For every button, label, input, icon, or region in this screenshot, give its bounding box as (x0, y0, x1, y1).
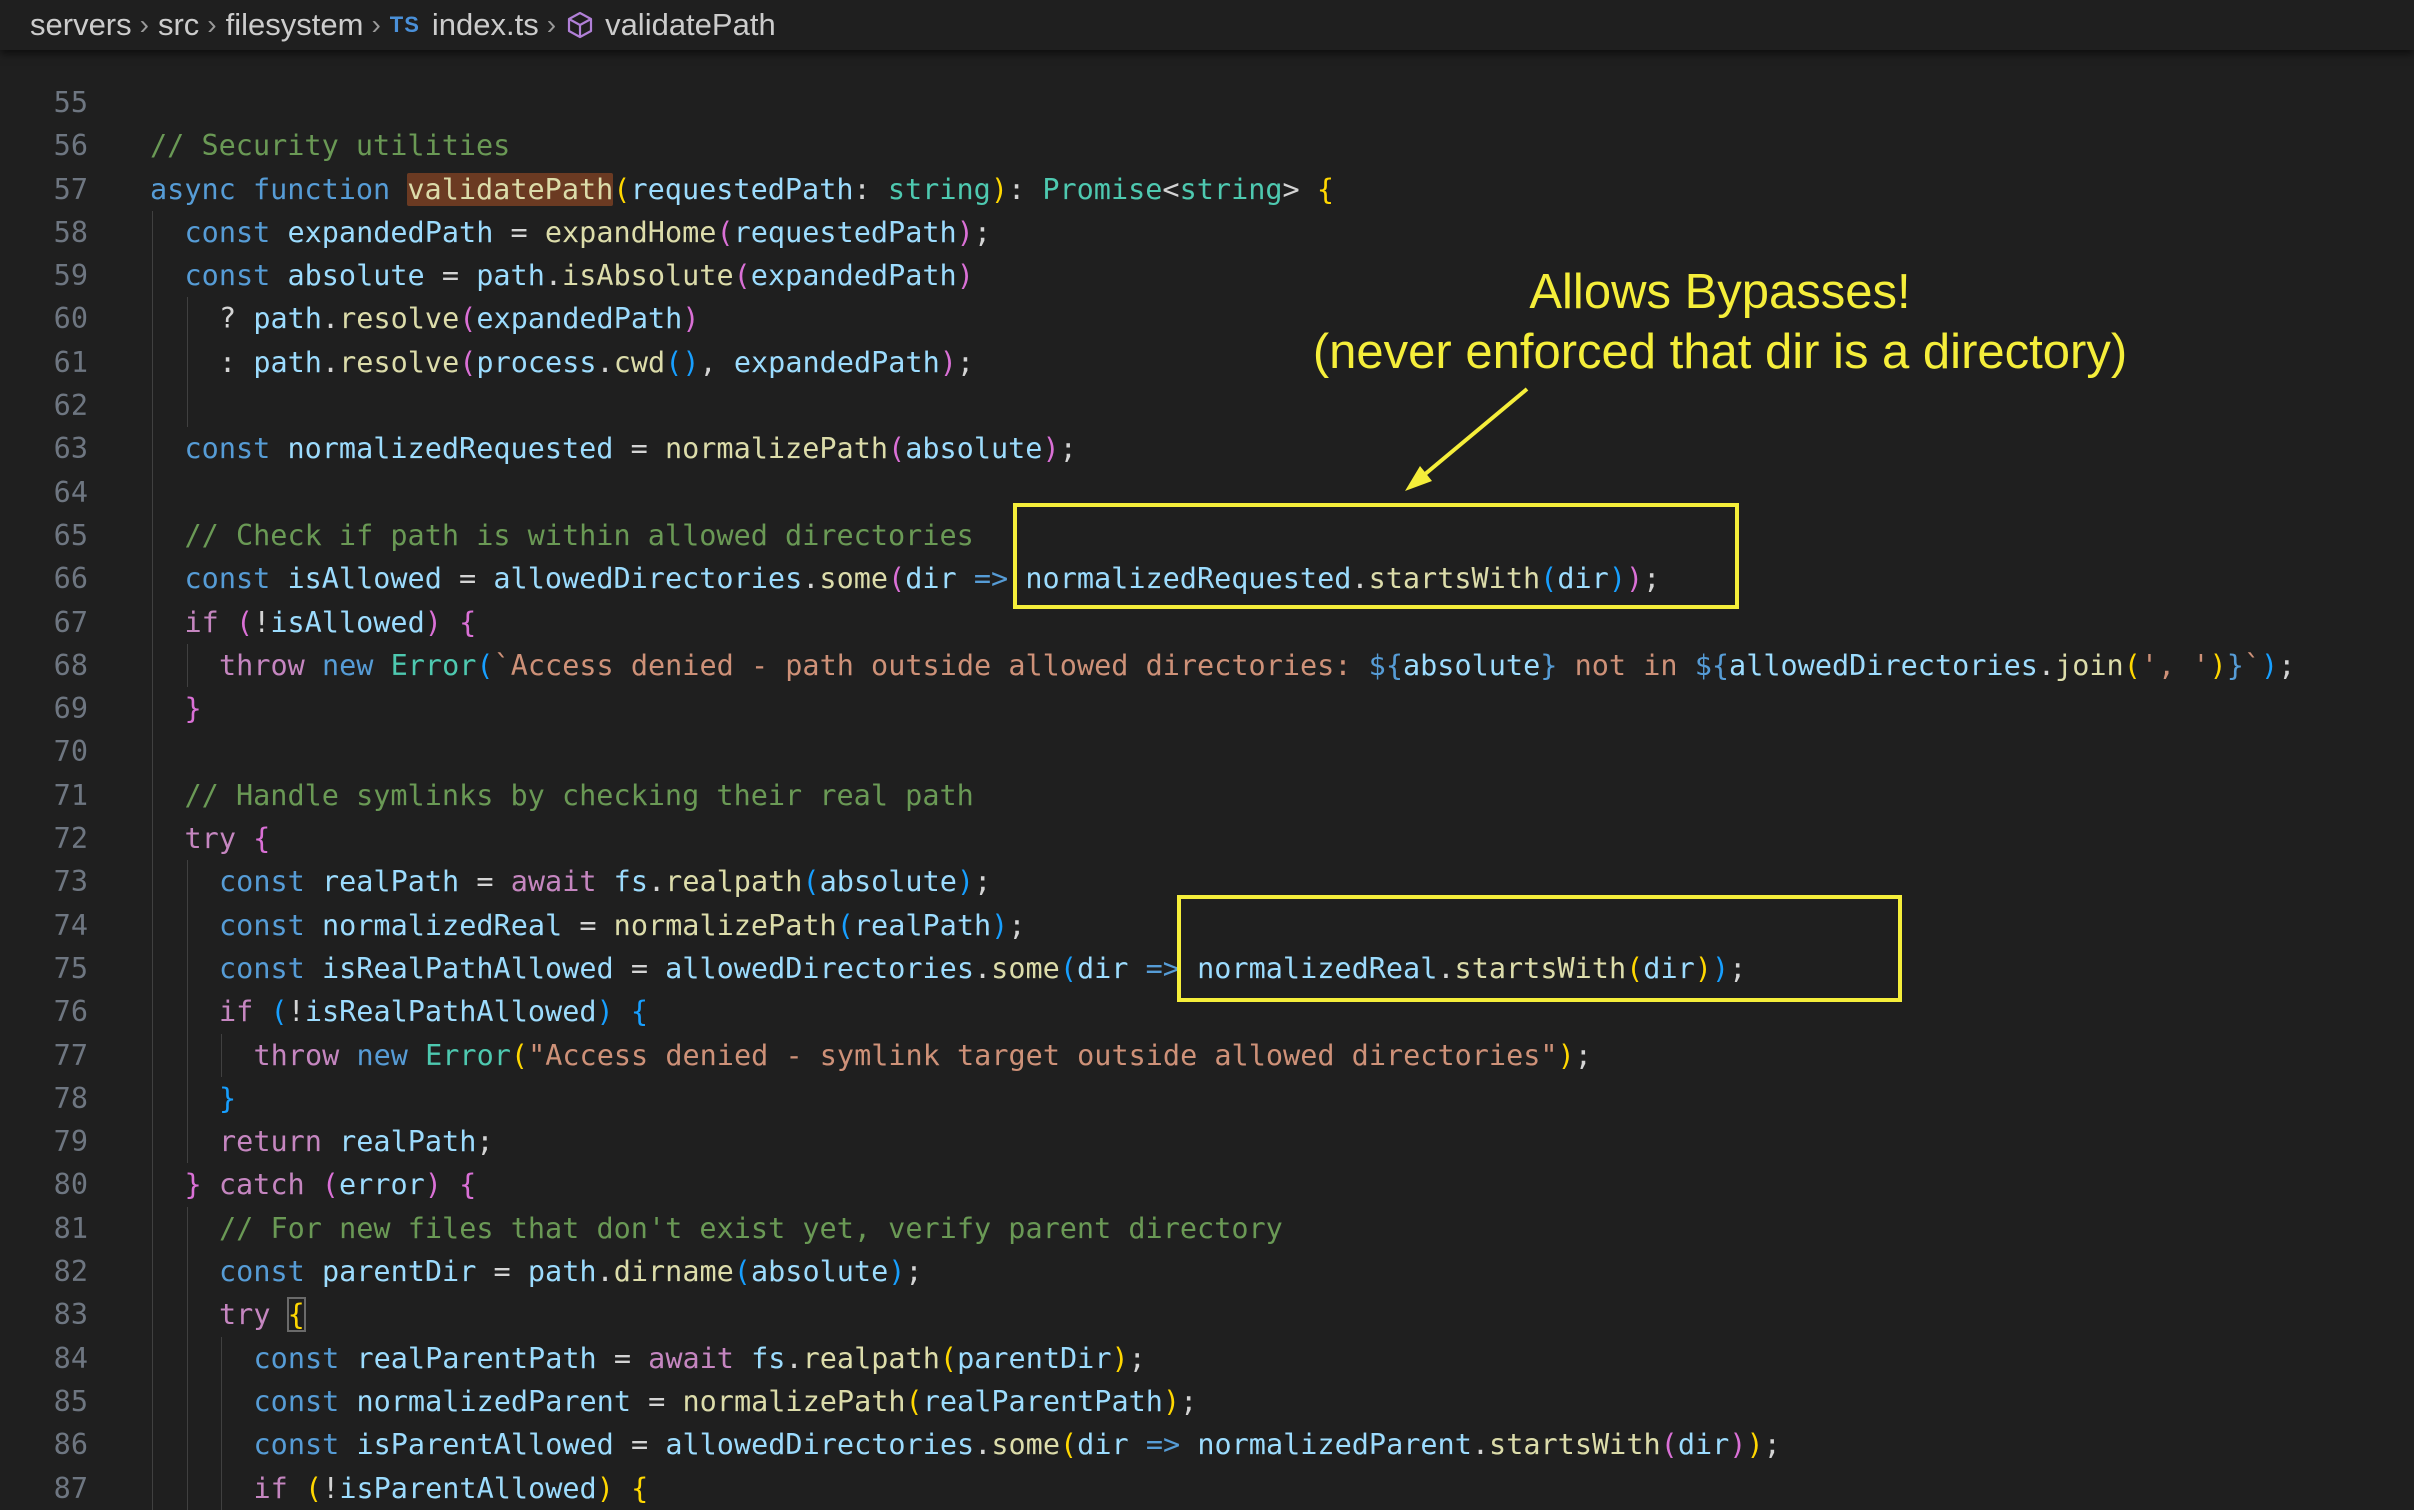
breadcrumb: servers › src › filesystem › TS index.ts… (0, 0, 2414, 50)
breadcrumb-item-symbol[interactable]: validatePath (605, 7, 776, 43)
breadcrumb-item-filesystem[interactable]: filesystem (226, 7, 364, 43)
chevron-right-icon: › (371, 9, 381, 40)
chevron-right-icon: › (139, 9, 149, 40)
chevron-right-icon: › (546, 9, 557, 40)
breadcrumb-item-src[interactable]: src (158, 7, 199, 43)
chevron-right-icon: › (207, 9, 217, 40)
breadcrumb-item-file[interactable]: index.ts (432, 7, 539, 43)
method-symbol-icon (565, 10, 595, 40)
typescript-file-icon: TS (389, 12, 420, 37)
breadcrumb-item-servers[interactable]: servers (30, 7, 132, 43)
annotation-arrow (1405, 387, 1529, 491)
